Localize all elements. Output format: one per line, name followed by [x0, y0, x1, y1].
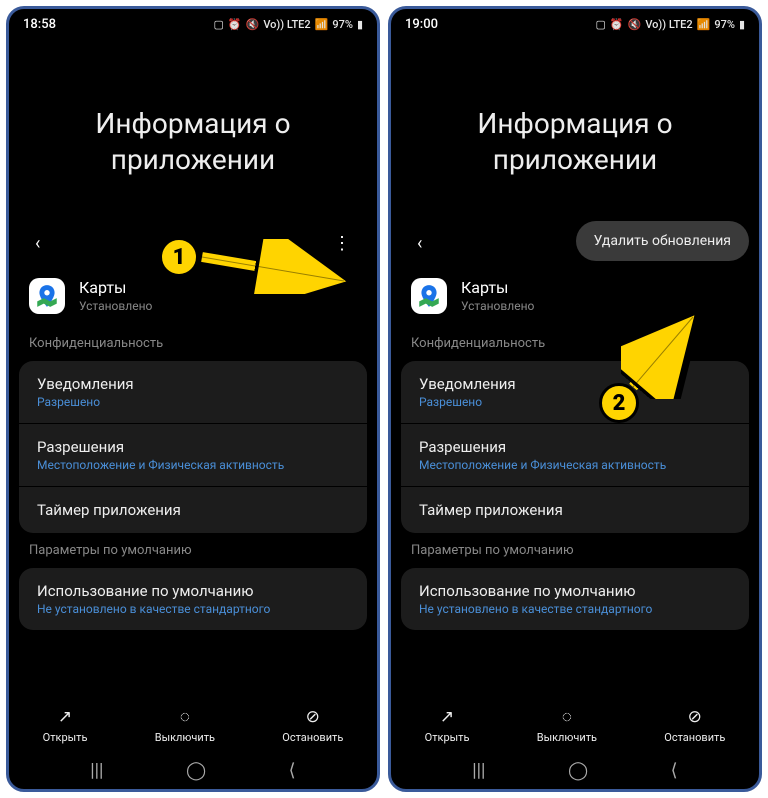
panel-defaults: Использование по умолчанию Не установлен…: [19, 568, 367, 630]
item-permissions[interactable]: Разрешения Местоположение и Физическая а…: [401, 424, 749, 487]
item-permissions[interactable]: Разрешения Местоположение и Физическая а…: [19, 424, 367, 487]
status-bar: 18:58 ▢ ⏰ 🔇 Vo)) LTE2 📶 97% ▮: [9, 9, 377, 36]
section-defaults-label: Параметры по умолчанию: [391, 537, 759, 564]
picture-icon: ▢: [214, 18, 224, 31]
mute-icon: 🔇: [246, 18, 260, 31]
item-sub: Разрешено: [37, 395, 349, 409]
nav-recents[interactable]: |||: [472, 760, 485, 781]
item-timer[interactable]: Таймер приложения: [401, 487, 749, 533]
nav-back[interactable]: ⟨: [671, 760, 678, 781]
disable-icon: ◌: [562, 707, 572, 727]
annotation-badge-1: 1: [159, 237, 199, 277]
section-defaults-label: Параметры по умолчанию: [9, 537, 377, 564]
item-title: Разрешения: [419, 438, 731, 456]
stop-button[interactable]: ⊘ Остановить: [664, 707, 725, 744]
status-bar: 19:00 ▢ ⏰ 🔇 Vo)) LTE2 📶 97% ▮: [391, 9, 759, 36]
nav-home[interactable]: ◯: [568, 760, 588, 781]
phone-right: 19:00 ▢ ⏰ 🔇 Vo)) LTE2 📶 97% ▮ Информация…: [388, 6, 762, 792]
signal-icon: 📶: [697, 18, 711, 31]
disable-icon: ◌: [180, 707, 190, 727]
page-title: Информация о приложении: [9, 36, 377, 229]
battery-icon: ▮: [739, 18, 745, 31]
disable-button[interactable]: ◌ Выключить: [155, 707, 215, 744]
annotation-badge-2: 2: [599, 383, 639, 423]
panel-privacy: Уведомления Разрешено Разрешения Местопо…: [19, 361, 367, 533]
bottom-actions: ↗ Открыть ◌ Выключить ⊘ Остановить: [9, 697, 377, 750]
item-sub: Местоположение и Физическая активность: [419, 458, 731, 472]
battery-pct: 97%: [714, 18, 735, 31]
item-title: Использование по умолчанию: [419, 582, 731, 600]
app-info: Карты Установлено: [79, 278, 152, 313]
stop-label: Остановить: [282, 731, 343, 744]
popup-uninstall-updates[interactable]: Удалить обновления: [576, 221, 749, 261]
item-sub: Местоположение и Физическая активность: [37, 458, 349, 472]
item-title: Таймер приложения: [37, 501, 349, 519]
item-default-use[interactable]: Использование по умолчанию Не установлен…: [401, 568, 749, 630]
picture-icon: ▢: [596, 18, 606, 31]
app-name: Карты: [461, 278, 534, 297]
battery-icon: ▮: [357, 18, 363, 31]
annotation-arrow-1: [194, 239, 359, 294]
item-default-use[interactable]: Использование по умолчанию Не установлен…: [19, 568, 367, 630]
app-status: Установлено: [79, 299, 152, 313]
item-sub: Не установлено в качестве стандартного: [419, 602, 731, 616]
open-button[interactable]: ↗ Открыть: [425, 707, 470, 744]
stop-label: Остановить: [664, 731, 725, 744]
stop-button[interactable]: ⊘ Остановить: [282, 707, 343, 744]
app-icon: [411, 278, 447, 314]
item-title: Использование по умолчанию: [37, 582, 349, 600]
panel-defaults: Использование по умолчанию Не установлен…: [401, 568, 749, 630]
nav-home[interactable]: ◯: [186, 760, 206, 781]
status-icons: ▢ ⏰ 🔇 Vo)) LTE2 📶 97% ▮: [596, 18, 745, 31]
stop-icon: ⊘: [306, 707, 320, 727]
open-icon: ↗: [58, 707, 72, 727]
app-icon: [29, 278, 65, 314]
status-icons: ▢ ⏰ 🔇 Vo)) LTE2 📶 97% ▮: [214, 18, 363, 31]
item-title: Разрешения: [37, 438, 349, 456]
alarm-icon: ⏰: [228, 18, 242, 31]
phone-left: 18:58 ▢ ⏰ 🔇 Vo)) LTE2 📶 97% ▮ Информация…: [6, 6, 380, 792]
nav-recents[interactable]: |||: [90, 760, 103, 781]
status-time: 19:00: [405, 17, 438, 32]
open-button[interactable]: ↗ Открыть: [43, 707, 88, 744]
open-label: Открыть: [43, 731, 88, 744]
alarm-icon: ⏰: [610, 18, 624, 31]
network-label: Vo)) LTE2: [645, 18, 692, 31]
back-button[interactable]: ‹: [409, 229, 430, 258]
nav-back[interactable]: ⟨: [289, 760, 296, 781]
mute-icon: 🔇: [628, 18, 642, 31]
bottom-actions: ↗ Открыть ◌ Выключить ⊘ Остановить: [391, 697, 759, 750]
disable-label: Выключить: [537, 731, 597, 744]
app-name: Карты: [79, 278, 152, 297]
disable-button[interactable]: ◌ Выключить: [537, 707, 597, 744]
annotation-arrow-2: [621, 299, 721, 399]
disable-label: Выключить: [155, 731, 215, 744]
network-label: Vo)) LTE2: [263, 18, 310, 31]
status-time: 18:58: [23, 17, 56, 32]
section-privacy-label: Конфиденциальность: [9, 330, 377, 357]
item-title: Уведомления: [37, 375, 349, 393]
item-title: Таймер приложения: [419, 501, 731, 519]
item-sub: Не установлено в качестве стандартного: [37, 602, 349, 616]
open-icon: ↗: [440, 707, 454, 727]
nav-bar: ||| ◯ ⟨: [9, 750, 377, 789]
app-info: Карты Установлено: [461, 278, 534, 313]
battery-pct: 97%: [332, 18, 353, 31]
page-title: Информация о приложении: [391, 36, 759, 229]
item-timer[interactable]: Таймер приложения: [19, 487, 367, 533]
nav-bar: ||| ◯ ⟨: [391, 750, 759, 789]
stop-icon: ⊘: [688, 707, 702, 727]
back-button[interactable]: ‹: [27, 229, 48, 258]
header-row: ‹ ⋮ Удалить обновления: [391, 229, 759, 270]
signal-icon: 📶: [315, 18, 329, 31]
app-status: Установлено: [461, 299, 534, 313]
open-label: Открыть: [425, 731, 470, 744]
item-notifications[interactable]: Уведомления Разрешено: [19, 361, 367, 424]
